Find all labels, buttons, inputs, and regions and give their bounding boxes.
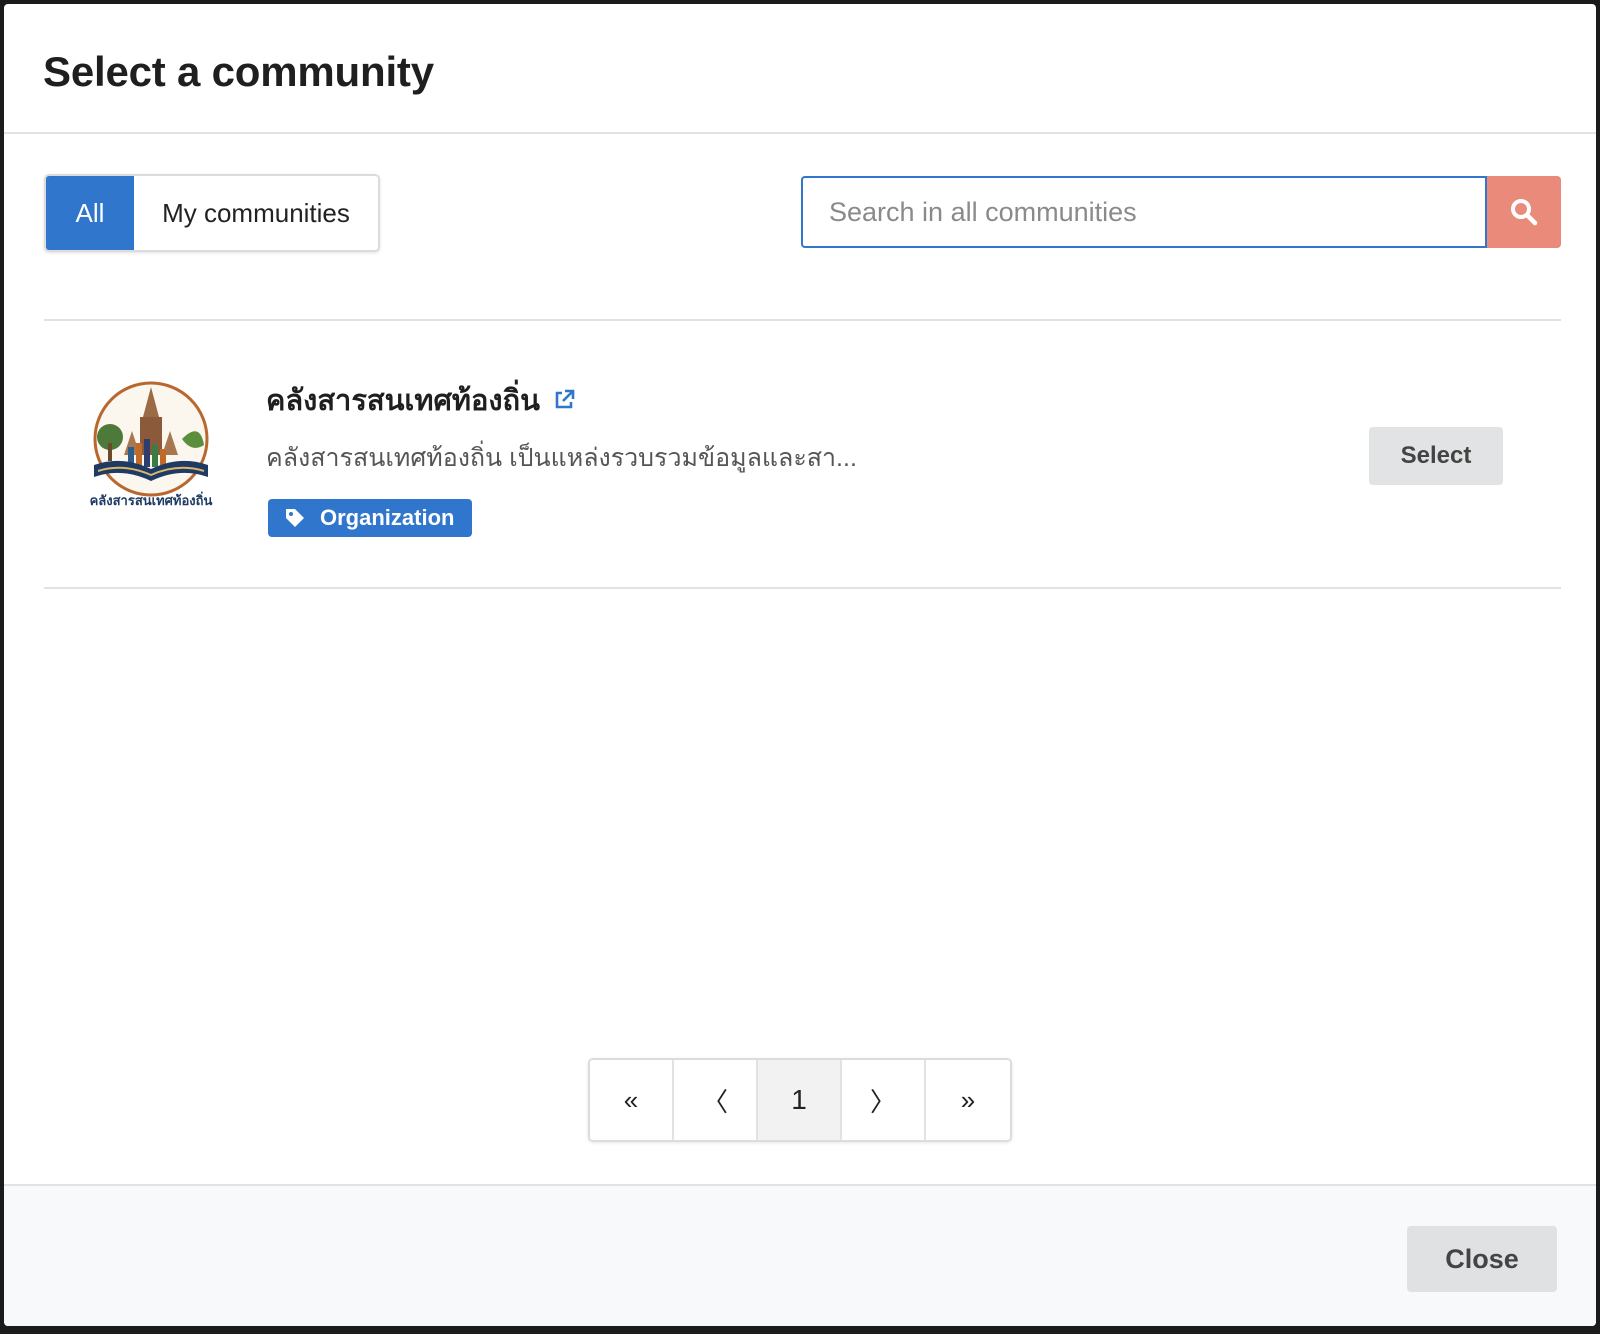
community-list-item: คลังสารสนเทศท้องถิ่น คลังสารสนเทศท้องถิ่… xyxy=(44,321,1561,587)
search-icon xyxy=(1511,199,1538,226)
previous-page-button[interactable]: 〈 xyxy=(674,1060,758,1140)
tag-icon xyxy=(286,509,304,527)
first-page-button[interactable]: « xyxy=(590,1060,674,1140)
list-divider-bottom xyxy=(44,587,1561,589)
logo-caption: คลังสารสนเทศท้องถิ่น xyxy=(90,491,213,509)
modal-header: Select a community xyxy=(4,4,1596,134)
search-button[interactable] xyxy=(1487,176,1561,248)
tag-label: Organization xyxy=(320,505,455,530)
community-filter-toggle: All My communities xyxy=(44,174,380,252)
external-link-icon[interactable] xyxy=(552,388,576,412)
search-input[interactable] xyxy=(801,176,1487,248)
community-logo: คลังสารสนเทศท้องถิ่น xyxy=(90,381,213,509)
filter-all-button[interactable]: All xyxy=(46,176,134,250)
modal-footer: Close xyxy=(4,1184,1596,1326)
select-community-button[interactable]: Select xyxy=(1369,427,1503,485)
community-title-row: คลังสารสนเทศท้องถิ่น xyxy=(266,377,576,423)
search-bar xyxy=(801,176,1561,248)
current-page-button[interactable]: 1 xyxy=(758,1060,842,1140)
filter-my-communities-button[interactable]: My communities xyxy=(134,176,378,250)
community-description: คลังสารสนเทศท้องถิ่น เป็นแหล่งรวบรวมข้อม… xyxy=(266,444,857,472)
close-button[interactable]: Close xyxy=(1407,1226,1557,1292)
community-name[interactable]: คลังสารสนเทศท้องถิ่น xyxy=(266,377,540,423)
pagination: « 〈 1 〉 » xyxy=(588,1058,1012,1142)
community-type-tag: Organization xyxy=(268,499,473,537)
last-page-button[interactable]: » xyxy=(926,1060,1010,1140)
select-community-modal: Select a community All My communities Se… xyxy=(4,4,1596,1326)
modal-title: Select a community xyxy=(43,48,434,95)
next-page-button[interactable]: 〉 xyxy=(842,1060,926,1140)
